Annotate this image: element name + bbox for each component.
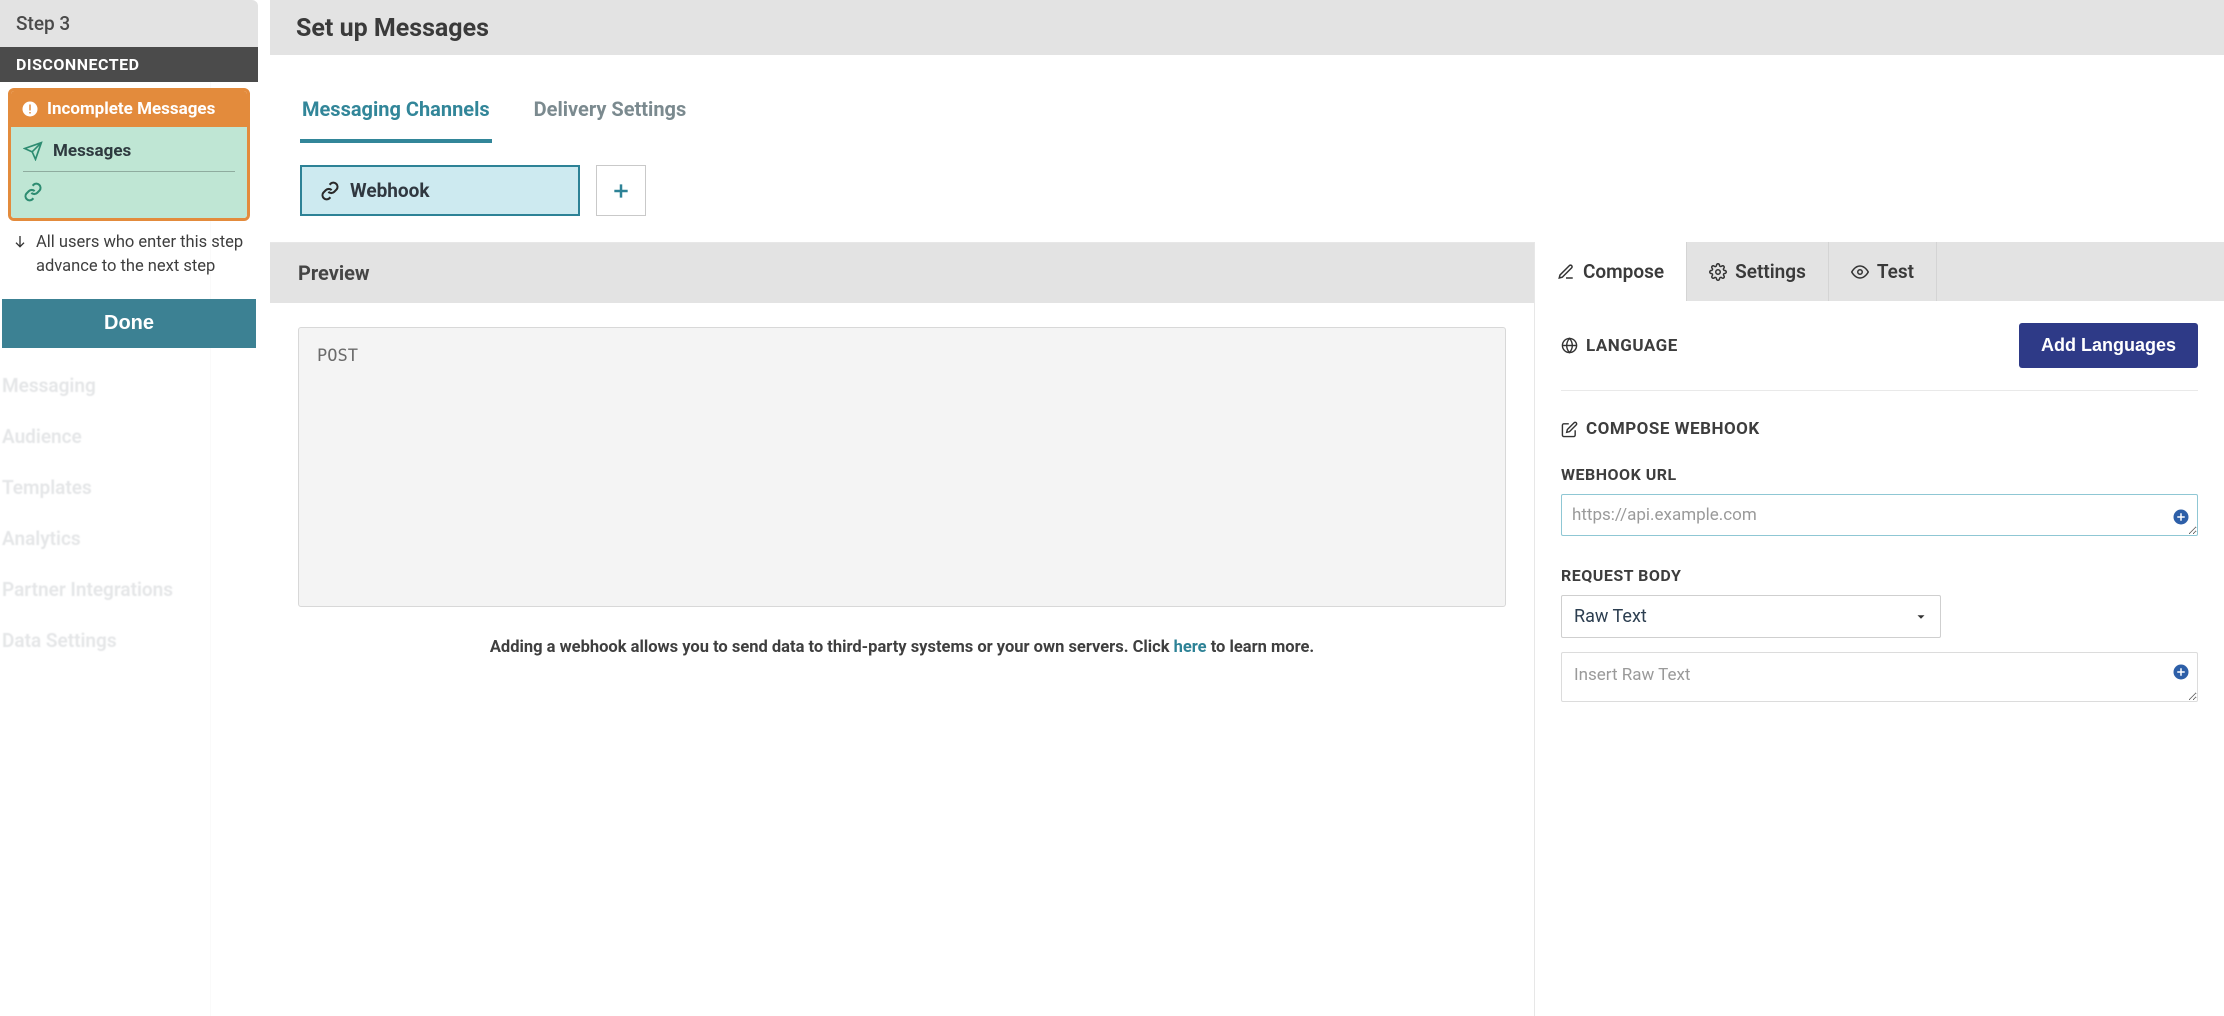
plus-icon <box>611 181 631 201</box>
preview-box: POST <box>298 327 1506 607</box>
url-insert-button[interactable] <box>2172 508 2190 526</box>
channel-label: Webhook <box>350 179 430 202</box>
webhook-url-input[interactable] <box>1561 494 2198 536</box>
bg-nav-item: Analytics <box>0 513 210 564</box>
compose-webhook-text: COMPOSE WEBHOOK <box>1586 419 1760 439</box>
preview-caption-pre: Adding a webhook allows you to send data… <box>490 638 1174 657</box>
step-panel: Step 3 DISCONNECTED Incomplete Messages … <box>0 0 258 348</box>
eye-icon <box>1851 263 1869 281</box>
language-row: LANGUAGE Add Languages <box>1561 323 2198 391</box>
link-icon <box>23 182 43 202</box>
tab-delivery-settings[interactable]: Delivery Settings <box>532 55 689 143</box>
bg-nav-item: Audience <box>0 411 210 462</box>
chevron-down-icon <box>1914 610 1928 624</box>
step-card-body: Messages <box>11 127 247 218</box>
preview-method: POST <box>317 346 358 366</box>
raw-text-input[interactable] <box>1561 652 2198 702</box>
step-note: All users who enter this step advance to… <box>12 231 246 279</box>
alert-icon <box>21 100 39 118</box>
primary-tabs: Messaging Channels Delivery Settings <box>270 55 2224 143</box>
raw-text-wrap <box>1561 652 2198 706</box>
preview-body: POST Adding a webhook allows you to send… <box>270 303 1534 1016</box>
webhook-url-wrap <box>1561 494 2198 540</box>
editor-pane: Compose Settings Test LANGUAGE A <box>1534 242 2224 1016</box>
main-content: Set up Messages Messaging Channels Deliv… <box>270 0 2224 1016</box>
editor-tab-test[interactable]: Test <box>1829 242 1937 301</box>
language-label-text: LANGUAGE <box>1586 336 1678 356</box>
connection-status: DISCONNECTED <box>0 47 258 82</box>
done-button[interactable]: Done <box>2 299 256 348</box>
bg-nav-item: Messaging <box>0 360 210 411</box>
step-note-text: All users who enter this step advance to… <box>36 231 246 279</box>
paper-plane-icon <box>23 141 43 161</box>
editor-tab-label: Settings <box>1735 260 1806 283</box>
step-header: Step 3 <box>0 0 258 47</box>
editor-tab-compose[interactable]: Compose <box>1535 242 1687 301</box>
step-card[interactable]: Incomplete Messages Messages <box>8 88 250 221</box>
preview-pane: Preview POST Adding a webhook allows you… <box>270 242 1534 1016</box>
messages-label: Messages <box>53 141 131 161</box>
channel-row: Webhook <box>270 143 2224 242</box>
edit-icon <box>1561 421 1578 438</box>
preview-header: Preview <box>270 243 1534 303</box>
editor-tab-label: Compose <box>1583 260 1664 283</box>
editor-tabs: Compose Settings Test <box>1535 242 2224 301</box>
bg-nav-item: Partner Integrations <box>0 564 210 615</box>
raw-insert-button[interactable] <box>2172 663 2190 681</box>
divider <box>23 171 235 172</box>
request-body-value: Raw Text <box>1574 606 1647 627</box>
editor-tab-settings[interactable]: Settings <box>1687 242 1829 301</box>
globe-icon <box>1561 337 1578 354</box>
add-languages-button[interactable]: Add Languages <box>2019 323 2198 368</box>
link-icon <box>320 181 340 201</box>
plus-circle-icon <box>2172 508 2190 526</box>
channel-webhook[interactable]: Webhook <box>300 165 580 216</box>
compose-webhook-title: COMPOSE WEBHOOK <box>1561 419 2198 439</box>
preview-learn-more-link[interactable]: here <box>1174 638 1207 657</box>
arrow-down-icon <box>12 234 28 250</box>
pencil-icon <box>1557 263 1575 281</box>
request-body-label: REQUEST BODY <box>1561 566 2198 585</box>
step-card-messages-row[interactable]: Messages <box>19 133 239 169</box>
gear-icon <box>1709 263 1727 281</box>
preview-caption: Adding a webhook allows you to send data… <box>298 635 1506 661</box>
language-label: LANGUAGE <box>1561 336 1678 356</box>
request-body-select[interactable]: Raw Text <box>1561 595 1941 638</box>
step-card-title: Incomplete Messages <box>47 99 215 119</box>
step-card-header: Incomplete Messages <box>11 91 247 127</box>
tab-messaging-channels[interactable]: Messaging Channels <box>300 55 492 143</box>
add-channel-button[interactable] <box>596 165 646 216</box>
plus-circle-icon <box>2172 663 2190 681</box>
bg-nav-item: Data Settings <box>0 615 210 666</box>
page-title: Set up Messages <box>296 14 2198 43</box>
webhook-url-label: WEBHOOK URL <box>1561 465 2198 484</box>
preview-caption-post: to learn more. <box>1207 638 1315 657</box>
editor-body: LANGUAGE Add Languages COMPOSE WEBHOOK W… <box>1535 301 2224 1016</box>
step-card-webhook-row[interactable] <box>19 174 239 210</box>
bg-nav-item: Templates <box>0 462 210 513</box>
editor-tab-label: Test <box>1877 260 1914 283</box>
workspace: Preview POST Adding a webhook allows you… <box>270 242 2224 1016</box>
